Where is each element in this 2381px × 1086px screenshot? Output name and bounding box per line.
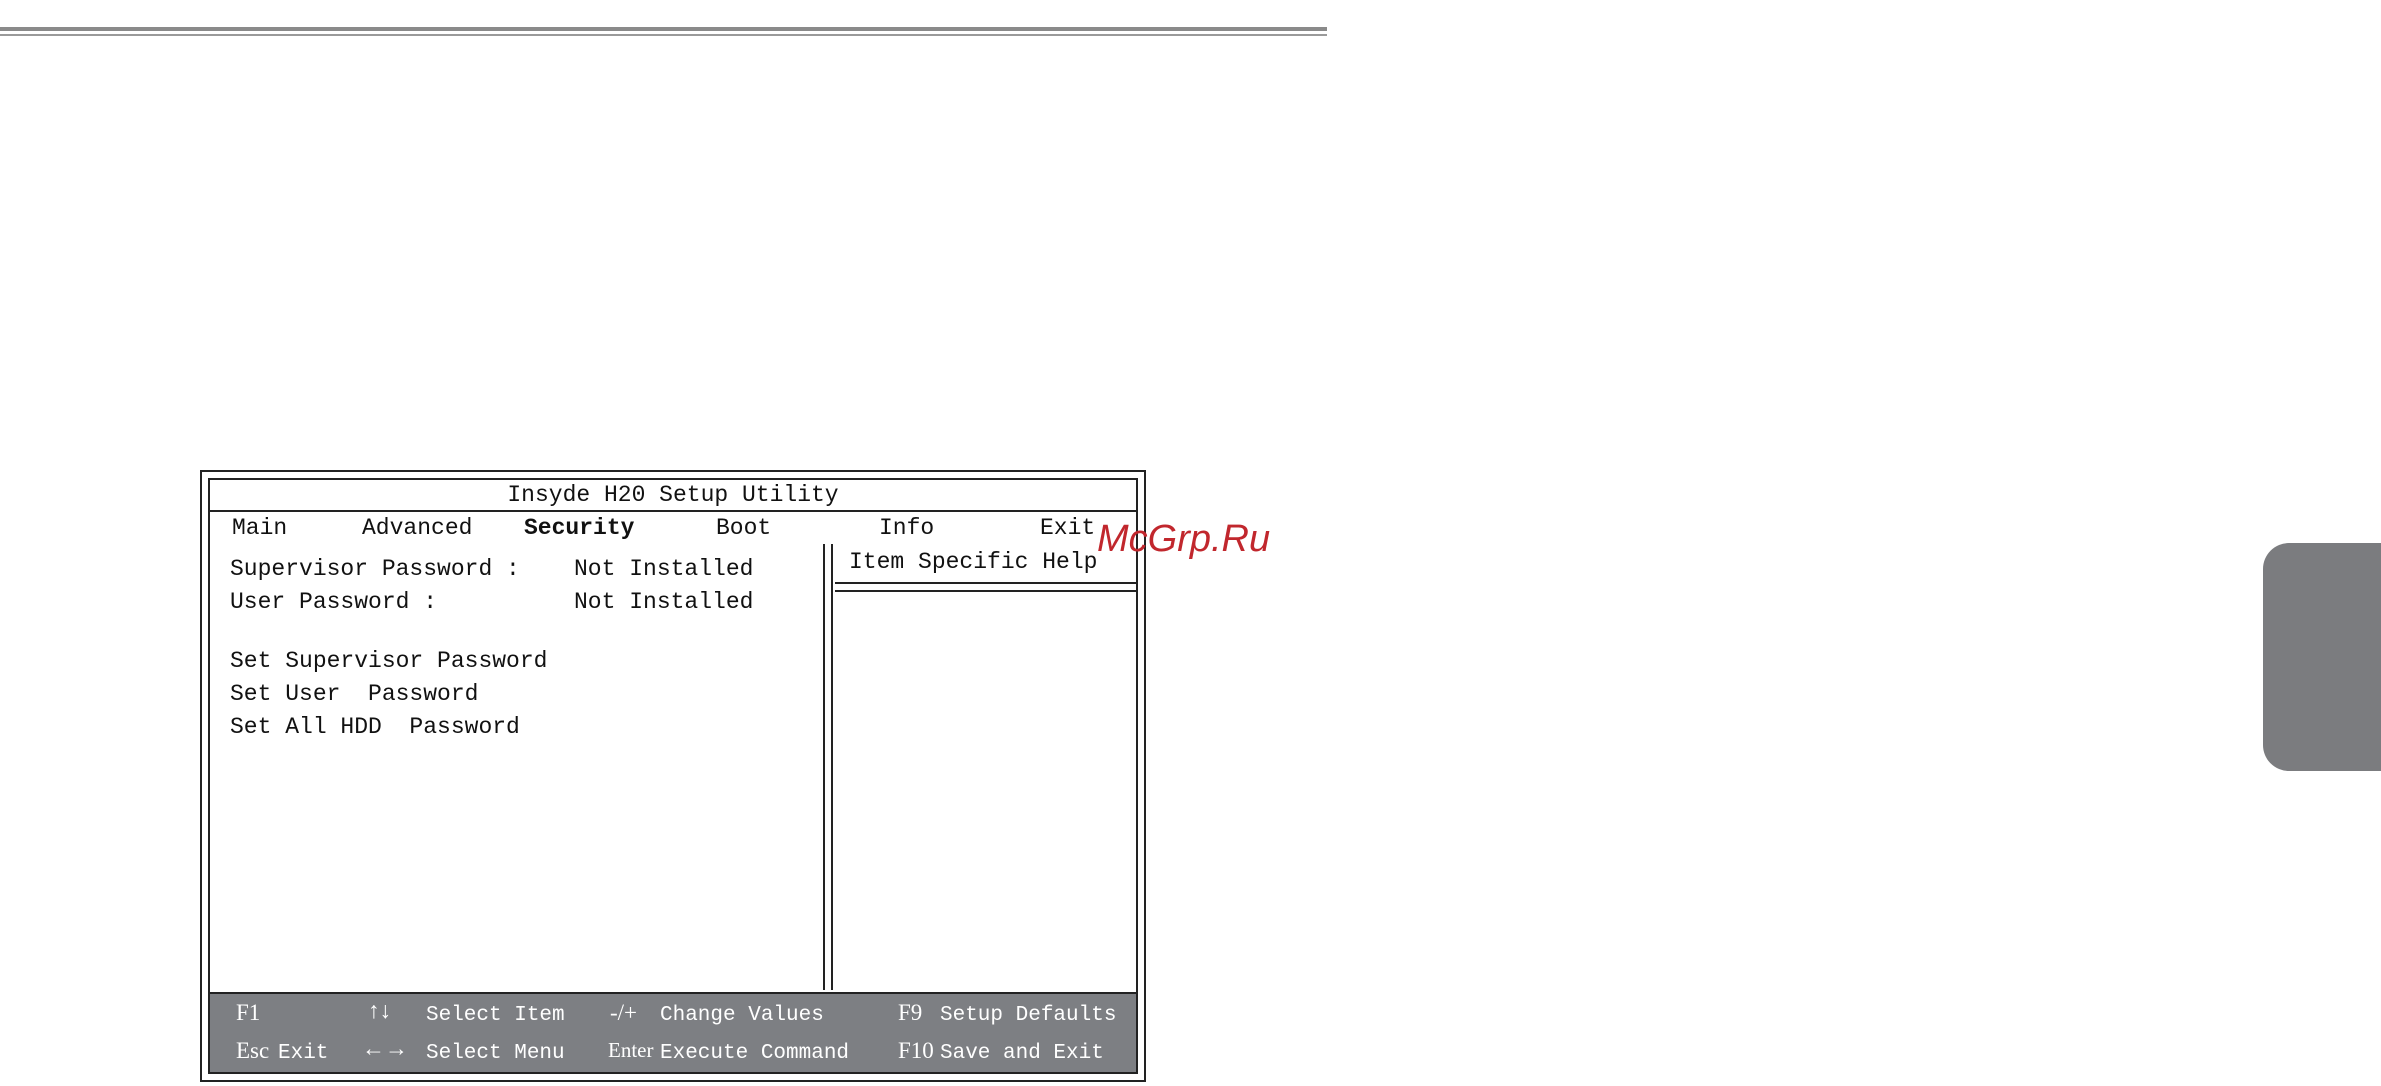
help-body (835, 590, 1136, 990)
menu-advanced[interactable]: Advanced (362, 512, 472, 544)
key-legend-bar: F1 ↑↓ Select Item -/+ Change Values F9 S… (210, 992, 1136, 1072)
menu-main[interactable]: Main (232, 512, 287, 544)
menu-exit[interactable]: Exit (1040, 512, 1095, 544)
set-user-password-item[interactable]: Set User Password (230, 679, 478, 709)
key-f1: F1 (236, 1000, 261, 1025)
key-f9: F9 (898, 1000, 923, 1025)
side-tab (2263, 543, 2381, 771)
bios-setup-window: Insyde H20 Setup Utility Main Advanced S… (200, 470, 1146, 1082)
set-all-hdd-password-item[interactable]: Set All HDD Password (230, 712, 520, 742)
window-title: Insyde H20 Setup Utility (210, 480, 1136, 512)
user-password-label: User Password : (230, 589, 438, 615)
menu-info[interactable]: Info (879, 512, 934, 544)
key-desc-select-menu: Select Menu (426, 1042, 565, 1065)
set-supervisor-password-item[interactable]: Set Supervisor Password (230, 646, 547, 676)
user-password-status: Not Installed (574, 589, 754, 615)
key-desc-execute-command: Execute Command (660, 1042, 850, 1065)
supervisor-password-label: Supervisor Password : (230, 556, 520, 582)
supervisor-password-status: Not Installed (574, 556, 754, 582)
security-settings-panel: Supervisor Password : Not Installed User… (210, 544, 825, 990)
key-esc: Esc (236, 1038, 270, 1063)
help-panel: Item Specific Help (831, 544, 1136, 990)
key-left-right-arrows-icon: ←→ (362, 1036, 408, 1061)
key-minus-plus: -/+ (610, 1000, 638, 1025)
menu-security[interactable]: Security (524, 512, 634, 544)
menu-bar: Main Advanced Security Boot Info Exit (210, 512, 1136, 544)
menu-boot[interactable]: Boot (716, 512, 771, 544)
key-enter: Enter (608, 1038, 654, 1062)
watermark-logo: McGrp.Ru (1097, 518, 1271, 560)
top-rule-thin (0, 34, 1327, 36)
key-desc-select-item: Select Item (426, 1004, 565, 1027)
key-desc-change-values: Change Values (660, 1004, 824, 1027)
bios-frame: Insyde H20 Setup Utility Main Advanced S… (208, 478, 1138, 1074)
top-rule (0, 27, 1327, 31)
key-up-down-arrows-icon: ↑↓ (368, 998, 391, 1023)
key-desc-setup-defaults: Setup Defaults (940, 1004, 1117, 1027)
key-f10: F10 (898, 1038, 934, 1063)
help-title: Item Specific Help (835, 544, 1136, 584)
key-desc-exit: Exit (278, 1042, 329, 1065)
key-desc-save-and-exit: Save and Exit (940, 1042, 1104, 1065)
